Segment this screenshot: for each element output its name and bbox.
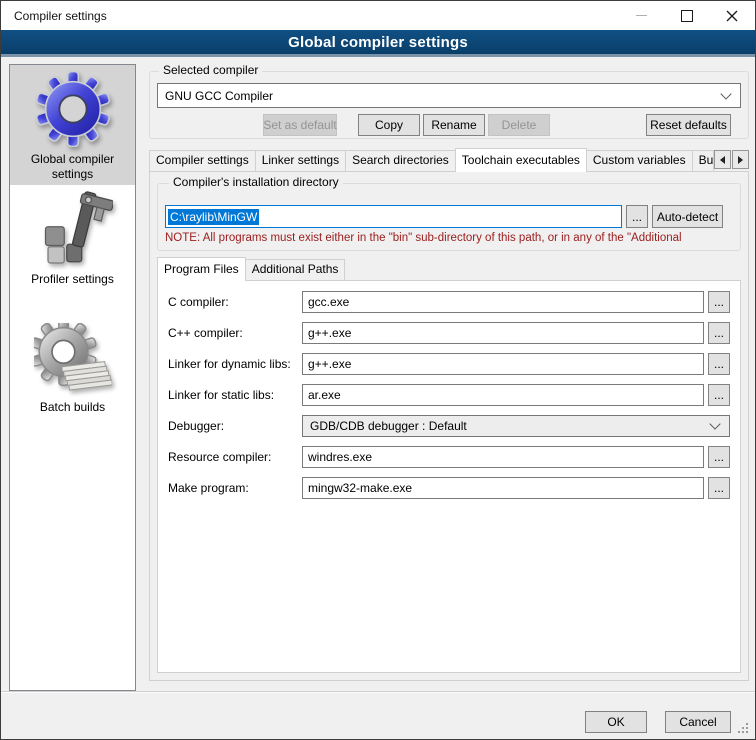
- installation-directory-note: NOTE: All programs must exist either in …: [165, 232, 747, 244]
- caliper-icon: [33, 189, 113, 267]
- field-label: Make program:: [168, 481, 249, 495]
- blue-gear-icon: [35, 71, 111, 147]
- selected-compiler-value: GNU GCC Compiler: [165, 89, 273, 103]
- field-label: C++ compiler:: [168, 326, 243, 340]
- installation-directory-selected-text: C:\raylib\MinGW: [168, 209, 259, 225]
- selected-compiler-group-label: Selected compiler: [159, 64, 262, 77]
- ok-button[interactable]: OK: [585, 711, 647, 733]
- make-program-input[interactable]: [302, 477, 704, 499]
- tab-scroll-right-button[interactable]: [732, 150, 749, 169]
- gear-stack-icon: [34, 323, 112, 395]
- minimize-icon: [636, 15, 647, 16]
- installation-directory-group-label: Compiler's installation directory: [169, 176, 343, 189]
- sidebar-item-label: Profiler settings: [21, 272, 125, 287]
- field-label: Resource compiler:: [168, 450, 271, 464]
- make-program-browse-button[interactable]: ...: [708, 477, 730, 499]
- field-label: Linker for static libs:: [168, 388, 274, 402]
- footer-divider: [1, 691, 755, 693]
- sidebar-item-global-compiler-settings[interactable]: Global compiler settings: [10, 65, 135, 185]
- cpp-compiler-input[interactable]: [302, 322, 704, 344]
- tab-toolchain-executables[interactable]: Toolchain executables: [455, 148, 587, 172]
- chevron-down-icon: [720, 88, 731, 99]
- tab-scroll-buttons: [713, 150, 749, 169]
- static-linker-input[interactable]: [302, 384, 704, 406]
- minimize-button[interactable]: [619, 1, 664, 30]
- resize-grip-icon[interactable]: [746, 731, 748, 733]
- field-label: Linker for dynamic libs:: [168, 357, 291, 371]
- close-button[interactable]: [709, 1, 754, 30]
- sidebar-item-label: Batch builds: [21, 400, 125, 415]
- field-label: Debugger:: [168, 419, 224, 433]
- debugger-value: GDB/CDB debugger : Default: [310, 419, 467, 433]
- program-files-tabbar: Program Files Additional Paths: [157, 256, 741, 281]
- sidebar-item-label: Global compiler settings: [21, 152, 125, 182]
- installation-directory-browse-button[interactable]: ...: [626, 205, 648, 228]
- maximize-icon: [681, 10, 693, 22]
- set-as-default-button[interactable]: Set as default: [263, 114, 337, 136]
- c-compiler-input[interactable]: [302, 291, 704, 313]
- dynamic-linker-input[interactable]: [302, 353, 704, 375]
- title-bar[interactable]: Compiler settings: [1, 1, 755, 30]
- dynamic-linker-browse-button[interactable]: ...: [708, 353, 730, 375]
- selected-compiler-combobox[interactable]: GNU GCC Compiler: [157, 83, 741, 108]
- tab-search-directories[interactable]: Search directories: [345, 150, 456, 171]
- sidebar-item-profiler-settings[interactable]: Profiler settings: [10, 187, 135, 295]
- compiler-options-tabbar: Compiler settings Linker settings Search…: [149, 148, 749, 172]
- settings-category-sidebar: Global compiler settings Profiler settin…: [9, 64, 136, 691]
- rename-button[interactable]: Rename: [423, 114, 485, 136]
- resource-compiler-browse-button[interactable]: ...: [708, 446, 730, 468]
- c-compiler-browse-button[interactable]: ...: [708, 291, 730, 313]
- tab-custom-variables[interactable]: Custom variables: [586, 150, 693, 171]
- copy-button[interactable]: Copy: [358, 114, 420, 136]
- tab-scroll-left-button[interactable]: [714, 150, 731, 169]
- static-linker-browse-button[interactable]: ...: [708, 384, 730, 406]
- maximize-button[interactable]: [664, 1, 709, 30]
- cpp-compiler-browse-button[interactable]: ...: [708, 322, 730, 344]
- auto-detect-button[interactable]: Auto-detect: [652, 205, 723, 228]
- close-icon: [726, 10, 738, 22]
- window-title: Compiler settings: [14, 9, 107, 23]
- tab-scroll-left-icon: [720, 156, 725, 164]
- subtab-additional-paths[interactable]: Additional Paths: [245, 259, 346, 280]
- field-label: C compiler:: [168, 295, 229, 309]
- installation-directory-input[interactable]: C:\raylib\MinGW: [165, 205, 622, 228]
- chevron-down-icon: [709, 418, 720, 429]
- cancel-button[interactable]: Cancel: [665, 711, 731, 733]
- tab-scroll-right-icon: [738, 156, 743, 164]
- delete-button[interactable]: Delete: [488, 114, 550, 136]
- debugger-select[interactable]: GDB/CDB debugger : Default: [302, 415, 730, 437]
- page-title: Global compiler settings: [288, 34, 468, 51]
- reset-defaults-button[interactable]: Reset defaults: [646, 114, 731, 136]
- tab-build-options[interactable]: Build options: [692, 150, 714, 171]
- dialog-header: Global compiler settings: [1, 30, 755, 57]
- compiler-settings-dialog: Compiler settings Global compiler settin…: [0, 0, 756, 740]
- resource-compiler-input[interactable]: [302, 446, 704, 468]
- subtab-program-files[interactable]: Program Files: [157, 257, 246, 281]
- sidebar-item-batch-builds[interactable]: Batch builds: [10, 317, 135, 425]
- program-files-page: C compiler: ... C++ compiler: ... Linker…: [157, 280, 741, 673]
- tab-linker-settings[interactable]: Linker settings: [255, 150, 346, 171]
- tab-compiler-settings[interactable]: Compiler settings: [149, 150, 256, 171]
